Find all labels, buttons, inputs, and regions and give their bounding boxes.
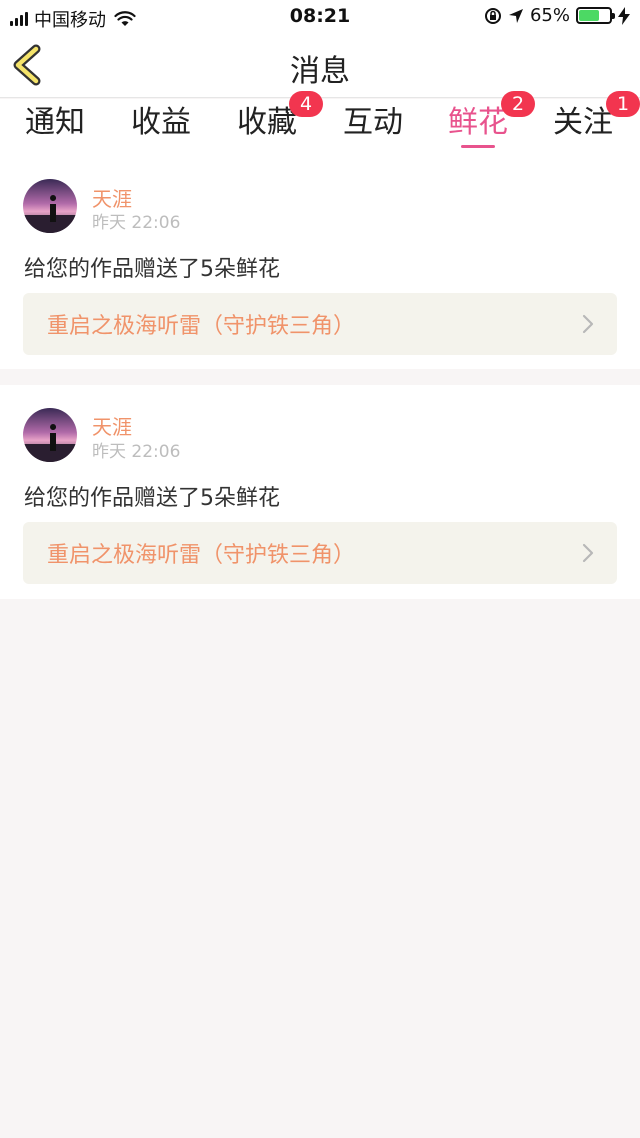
work-title: 重启之极海听雷（守护铁三角） — [47, 314, 356, 339]
tab-bar: 通知 收益 收藏 4 互动 鲜花 2 关注 1 — [0, 91, 640, 155]
work-title: 重启之极海听雷（守护铁三角） — [47, 543, 356, 568]
work-link[interactable]: 重启之极海听雷（守护铁三角） — [23, 293, 617, 355]
message-time: 昨天 22:06 — [92, 442, 181, 462]
tab-label: 互动 — [343, 105, 403, 140]
work-link[interactable]: 重启之极海听雷（守护铁三角） — [23, 522, 617, 584]
tab-label: 收益 — [131, 105, 191, 140]
nav-bar: 消息 — [0, 32, 640, 98]
battery-icon — [576, 7, 615, 24]
avatar[interactable] — [23, 408, 77, 462]
tab-earnings[interactable]: 收益 — [111, 99, 211, 155]
chevron-right-icon — [582, 543, 594, 563]
battery-fill — [579, 10, 599, 21]
message-text: 给您的作品赠送了5朵鲜花 — [24, 486, 280, 511]
unread-badge: 4 — [289, 91, 323, 117]
unread-badge: 2 — [501, 91, 535, 117]
battery-percent: 65% — [529, 5, 570, 26]
tab-favorites[interactable]: 收藏 4 — [217, 91, 323, 155]
avatar-image — [23, 408, 77, 462]
rotation-lock-icon — [484, 7, 501, 24]
avatar-image — [23, 179, 77, 233]
avatar[interactable] — [23, 179, 77, 233]
status-bar: 中国移动 08:21 65% — [0, 0, 640, 32]
page-title: 消息 — [290, 54, 350, 89]
tab-follows[interactable]: 关注 1 — [533, 91, 640, 155]
tab-flowers[interactable]: 鲜花 2 — [428, 91, 535, 155]
charging-icon — [618, 6, 630, 25]
user-name[interactable]: 天涯 — [92, 411, 132, 440]
status-right: 65% — [484, 5, 630, 26]
location-icon — [508, 8, 523, 23]
message-text: 给您的作品赠送了5朵鲜花 — [24, 257, 280, 282]
unread-badge: 1 — [606, 91, 640, 117]
message-card: 天涯 昨天 22:06 给您的作品赠送了5朵鲜花 重启之极海听雷（守护铁三角） — [0, 155, 640, 369]
tab-notifications[interactable]: 通知 — [5, 99, 105, 155]
chevron-right-icon — [582, 314, 594, 334]
tab-interactions[interactable]: 互动 — [323, 99, 423, 155]
message-time: 昨天 22:06 — [92, 213, 181, 233]
tab-label: 通知 — [25, 105, 85, 140]
active-tab-indicator — [461, 145, 495, 148]
message-card: 天涯 昨天 22:06 给您的作品赠送了5朵鲜花 重启之极海听雷（守护铁三角） — [0, 385, 640, 599]
